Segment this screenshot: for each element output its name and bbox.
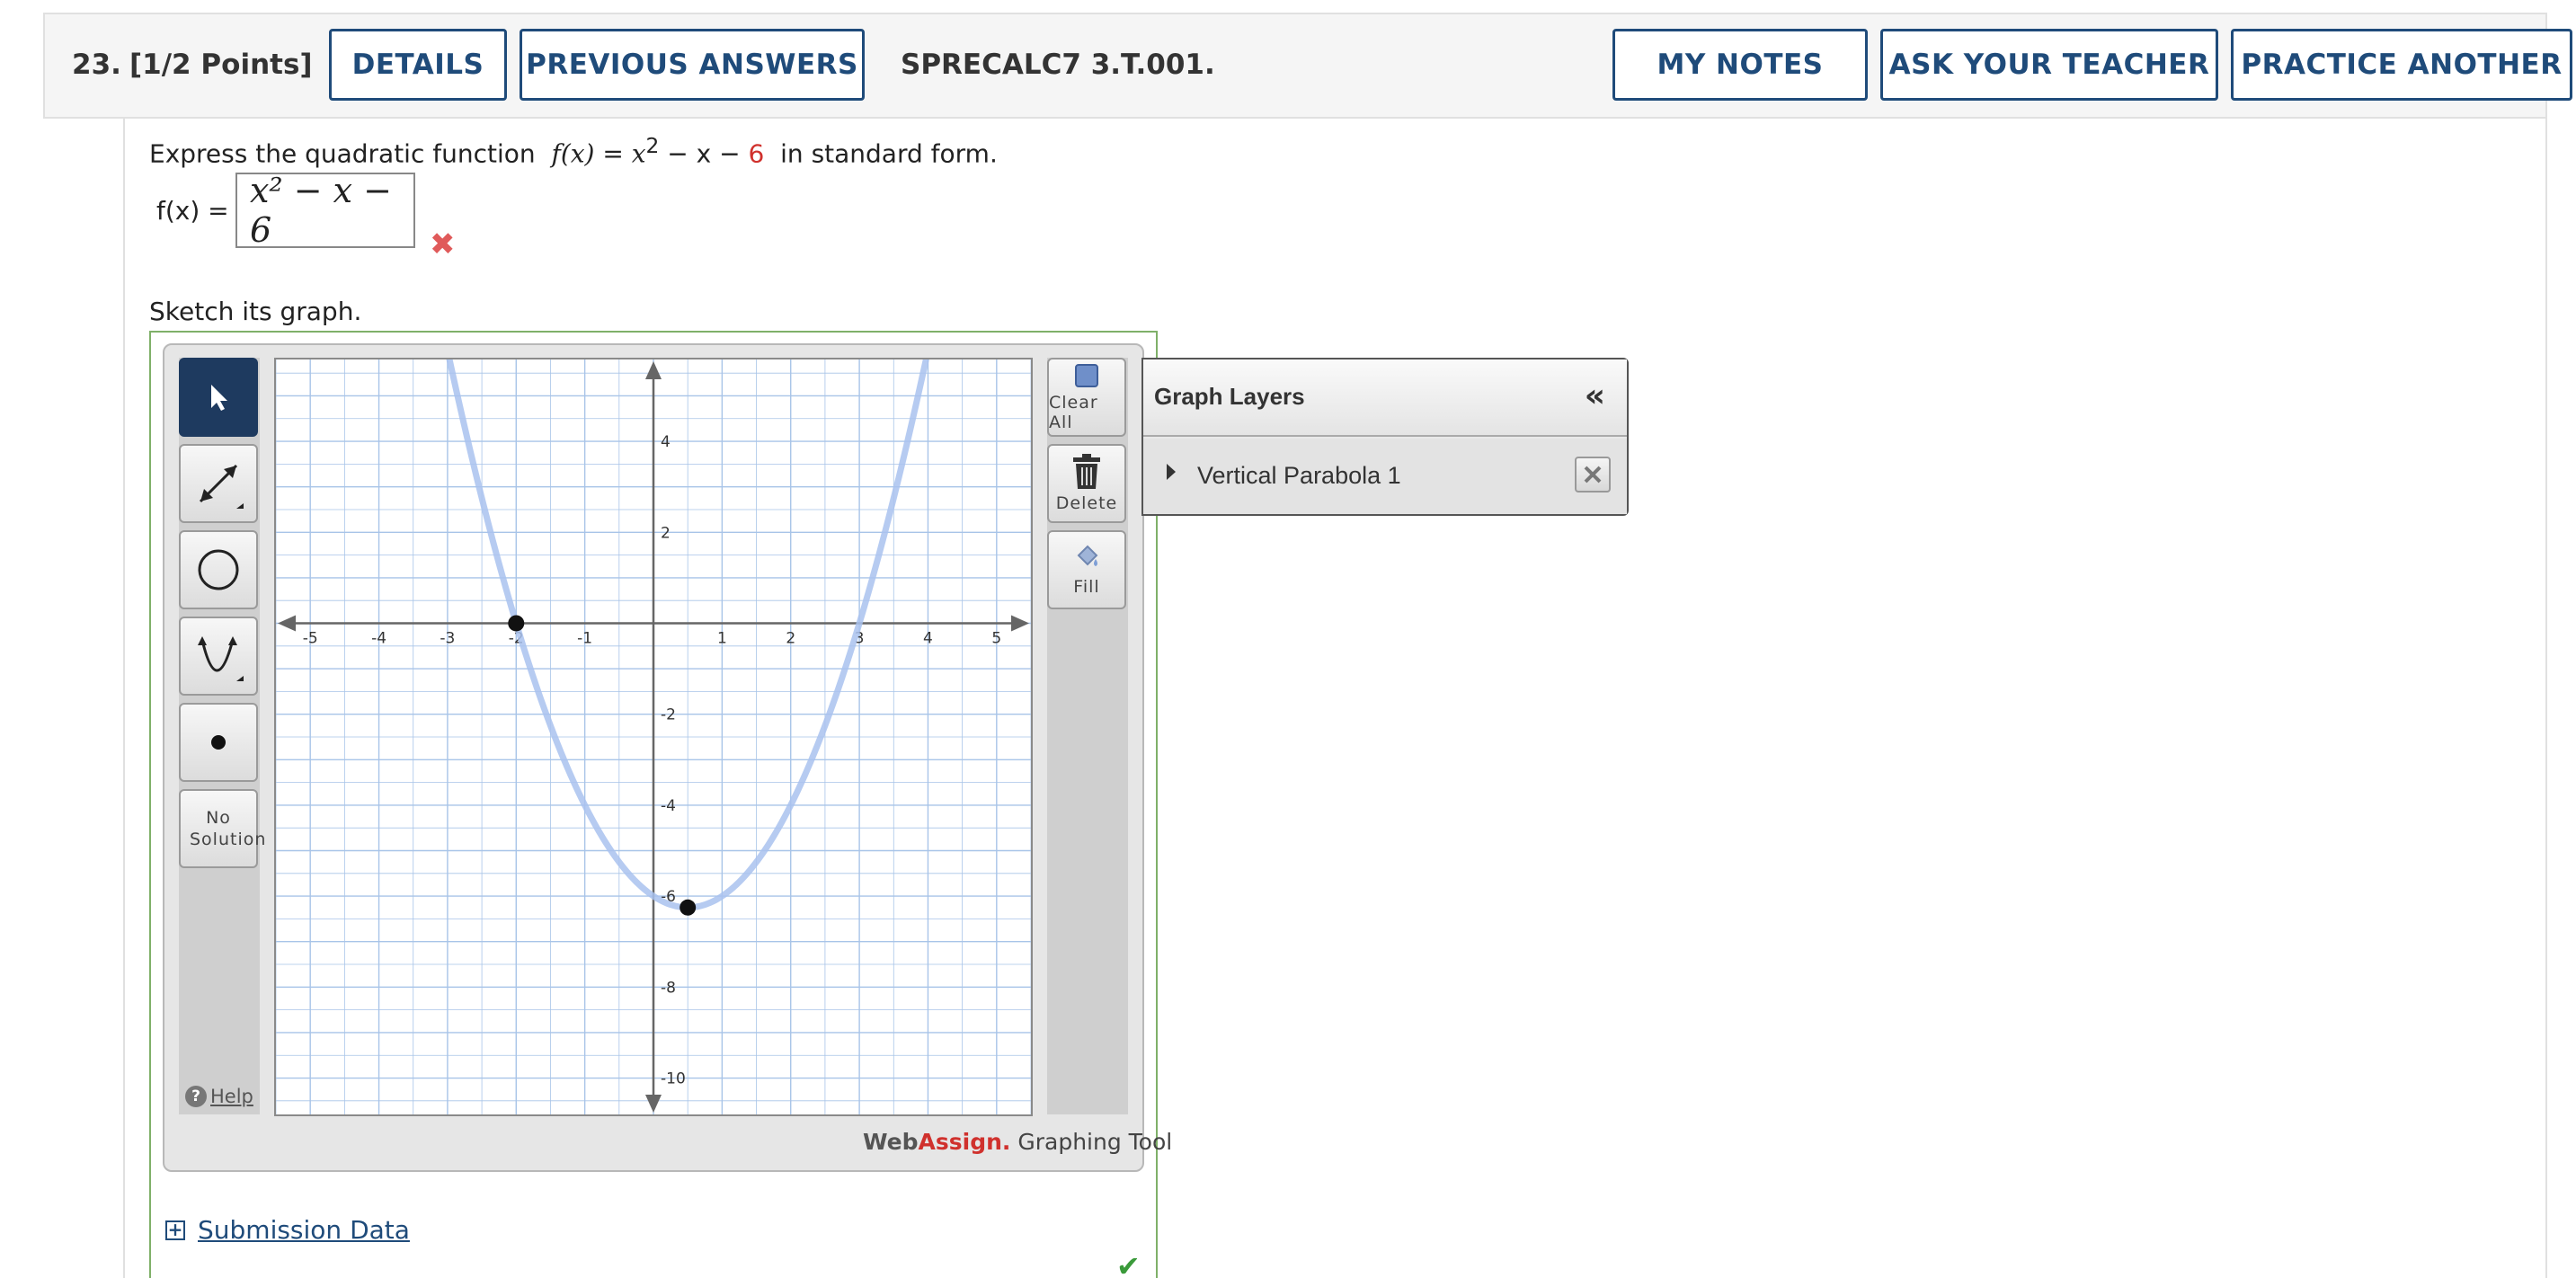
sketch-prompt: Sketch its graph.	[149, 297, 362, 326]
layer-name: Vertical Parabola 1	[1197, 462, 1401, 489]
question-prompt: Express the quadratic function f(x) = x2…	[149, 133, 998, 169]
y-axis-arrow-up	[645, 361, 662, 379]
pointer-tool-button[interactable]	[179, 358, 258, 437]
function-name: f(x)	[551, 138, 595, 169]
correct-check-icon: ✔	[1116, 1249, 1141, 1278]
fill-button[interactable]: Fill	[1047, 530, 1126, 609]
circle-icon	[198, 549, 239, 590]
constant-term: 6	[748, 138, 765, 169]
practice-another-button[interactable]: PRACTICE ANOTHER	[2231, 29, 2572, 101]
answer-label: f(x) =	[156, 196, 229, 226]
answer-input[interactable]: x² − x − 6	[235, 171, 415, 250]
y-tick-label: 2	[661, 524, 671, 542]
submission-data-link[interactable]: + Submission Data	[165, 1215, 410, 1245]
question-header: 23. [1/2 Points] DETAILS PREVIOUS ANSWER…	[43, 13, 2572, 119]
y-axis-arrow-down	[645, 1095, 662, 1113]
x-tick-label: -3	[440, 629, 455, 647]
y-tick-label: -4	[661, 797, 676, 815]
paint-bucket-icon	[1077, 545, 1098, 566]
delete-button[interactable]: Delete	[1047, 444, 1126, 523]
incorrect-icon: ✖	[430, 226, 456, 262]
graph-layers-header: Graph Layers «	[1143, 359, 1627, 437]
parabola-point	[680, 899, 697, 916]
parabola-icon	[198, 636, 244, 681]
y-tick-label: -8	[661, 979, 676, 997]
x-tick-label: -4	[371, 629, 386, 647]
expand-icon: +	[165, 1220, 185, 1240]
y-tick-label: 4	[661, 433, 671, 451]
x-axis-arrow-right	[1011, 615, 1029, 632]
close-icon	[1584, 466, 1602, 484]
no-solution-label: No Solution	[190, 808, 267, 849]
question-points: [1/2 Points]	[129, 49, 313, 81]
point-tool-button[interactable]	[179, 703, 258, 782]
clear-all-icon	[1075, 364, 1098, 387]
x-tick-label: 4	[923, 629, 933, 647]
y-tick-label: -10	[661, 1070, 686, 1088]
graph-layers-panel: Graph Layers « Vertical Parabola 1	[1141, 358, 1629, 516]
graph-plot[interactable]: -5 -4 -3 -2 -1 1 2 3 4 542-2-4-6-8-10	[275, 359, 1032, 1114]
my-notes-button[interactable]: MY NOTES	[1612, 29, 1868, 101]
graph-canvas[interactable]: -5 -4 -3 -2 -1 1 2 3 4 5 4 2 -2 -4 -6 -8 -10	[274, 358, 1033, 1116]
pointer-icon	[211, 385, 227, 411]
delete-layer-button[interactable]	[1575, 457, 1611, 493]
line-segment-icon	[199, 464, 244, 509]
collapse-panel-icon[interactable]: «	[1585, 377, 1605, 414]
help-icon: ?	[185, 1086, 207, 1107]
x-tick-label: -5	[303, 629, 318, 647]
clear-all-button[interactable]: Clear All	[1047, 358, 1126, 437]
parabola-tool-button[interactable]	[179, 617, 258, 696]
no-solution-button[interactable]: No Solution	[179, 789, 267, 868]
x-tick-label: 2	[786, 629, 795, 647]
question-number: 23.	[72, 49, 121, 81]
help-link[interactable]: ? Help	[185, 1086, 253, 1107]
problem-id: SPRECALC7 3.T.001.	[901, 49, 1215, 81]
expand-caret-icon[interactable]	[1167, 464, 1176, 480]
x-tick-label: 5	[991, 629, 1001, 647]
webassign-brand: WebAssign. Graphing Tool	[863, 1129, 1173, 1155]
circle-tool-button[interactable]	[179, 530, 258, 609]
x-axis-arrow-left	[278, 615, 296, 632]
ask-your-teacher-button[interactable]: ASK YOUR TEACHER	[1880, 29, 2218, 101]
layer-item[interactable]: Vertical Parabola 1	[1143, 439, 1627, 514]
graph-layers-title: Graph Layers	[1154, 383, 1305, 410]
parabola-point	[508, 615, 525, 632]
line-tool-button[interactable]	[179, 444, 258, 523]
x-tick-label: -1	[577, 629, 592, 647]
details-button[interactable]: DETAILS	[329, 29, 507, 101]
trash-icon	[1073, 454, 1100, 489]
x-tick-label: 1	[717, 629, 727, 647]
point-icon	[211, 735, 226, 750]
y-tick-label: -2	[661, 706, 676, 724]
previous-answers-button[interactable]: PREVIOUS ANSWERS	[520, 29, 865, 101]
